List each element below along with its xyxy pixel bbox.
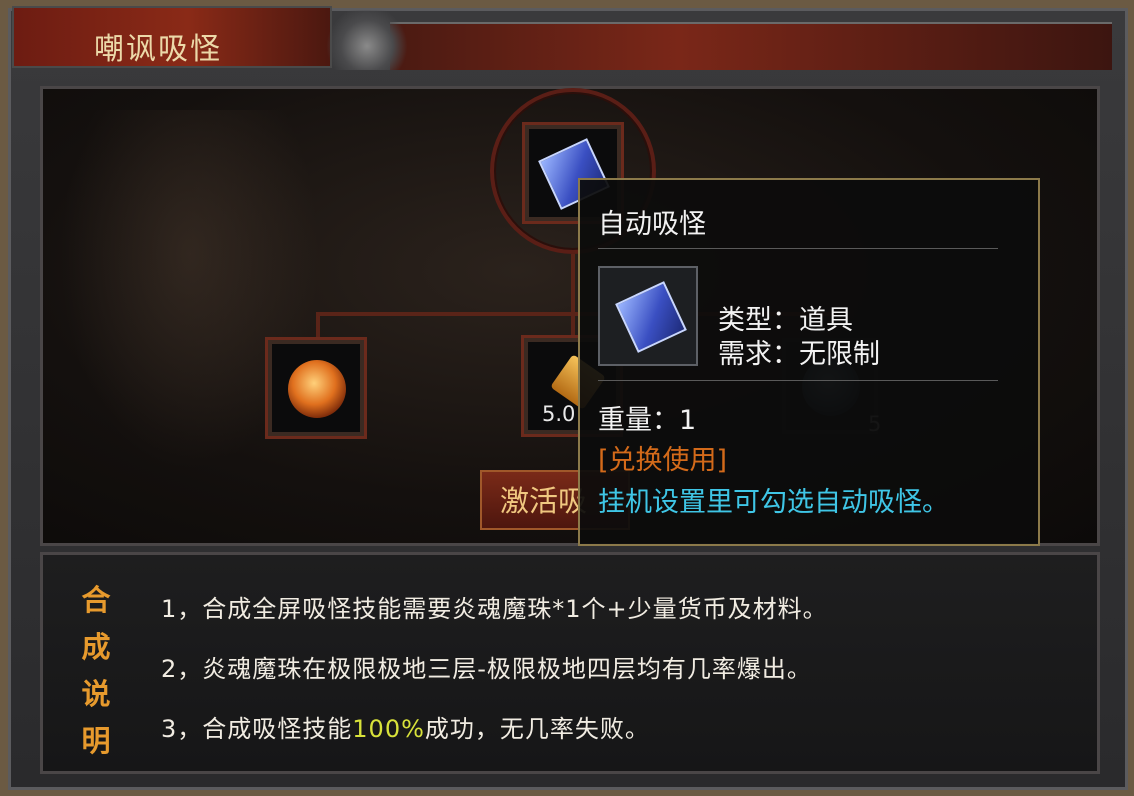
description-line-3-pre: 3，合成吸怪技能 [161,715,353,743]
tooltip-divider [598,248,998,249]
tooltip-title: 自动吸怪 [598,209,706,240]
synthesis-description-panel: 合 成 说 明 1，合成全屏吸怪技能需要炎魂魔珠*1个+少量货币及材料。 2，炎… [40,552,1100,774]
material-amount: 5.0 [542,402,576,426]
description-line-3: 3，合成吸怪技能100%成功，无几率失败。 [161,709,650,744]
description-line-3-post: 成功，无几率失败。 [424,715,650,743]
tree-line-mid [571,312,575,338]
blue-book-icon [615,281,687,353]
title-bar-strip [390,22,1112,70]
tooltip-action[interactable]: [兑换使用] [598,438,727,477]
description-title-char: 合 [81,583,111,617]
description-line-2: 2，炎魂魔珠在极限极地三层-极限极地四层均有几率爆出。 [161,655,812,683]
tooltip-divider [598,380,998,381]
description-line-1: 1，合成全屏吸怪技能需要炎魂魔珠*1个+少量货币及材料。 [161,595,828,623]
material-slot-fire-orb[interactable] [268,340,364,436]
description-title-char: 明 [81,724,111,758]
tree-line-vertical [571,254,575,314]
title-ornament [322,10,412,70]
window-title: 嘲讽吸怪 [94,32,222,67]
tooltip-item-icon [598,266,698,366]
tooltip-weight: 重量：1 [598,405,697,436]
tooltip-description: 挂机设置里可勾选自动吸怪。 [598,487,949,518]
item-tooltip: 自动吸怪 类型：道具 需求：无限制 重量：1 [兑换使用] 挂机设置里可勾选自动… [578,178,1040,546]
title-tab: 嘲讽吸怪 [12,6,332,68]
description-title-char: 说 [81,677,111,711]
fire-orb-icon [288,360,346,418]
tooltip-requirement: 需求：无限制 [718,339,880,370]
description-title-char: 成 [81,630,111,664]
description-title: 合 成 说 明 [73,577,119,765]
success-rate: 100% [352,715,425,743]
